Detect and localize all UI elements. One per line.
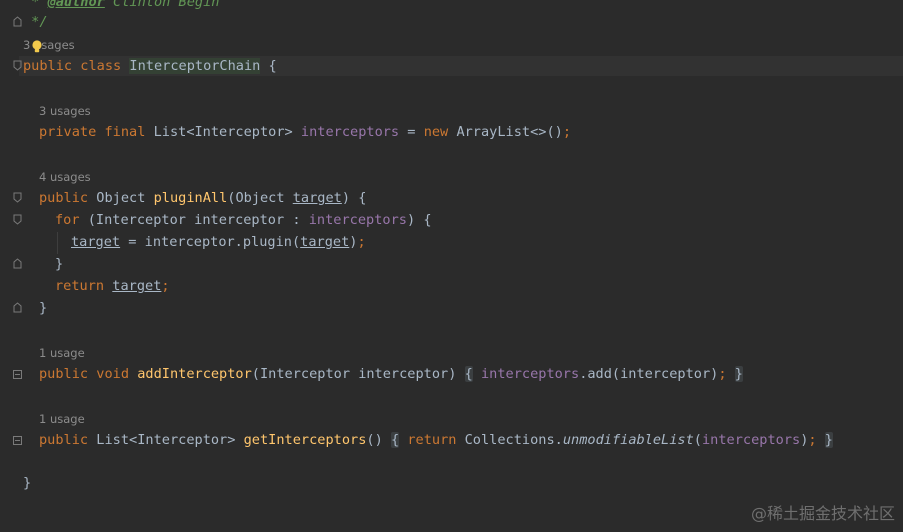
param-target[interactable]: target (293, 190, 342, 206)
expand-fold-icon[interactable] (13, 369, 22, 380)
assign-call: = interceptor.plugin( (120, 234, 301, 250)
expand-fold-icon[interactable] (13, 435, 22, 446)
field-type: List<Interceptor> (153, 124, 301, 140)
pluginall-declaration-line[interactable]: public Object pluginAll(Object target) { (39, 188, 366, 208)
field-assign: = (399, 124, 424, 140)
method-modifiers: public void (39, 366, 138, 382)
comment-close: */ (23, 14, 48, 30)
addinterceptor-usages-hint[interactable]: 1 usage (39, 345, 85, 361)
collections-class: Collections. (464, 432, 563, 448)
new-keyword: new (423, 124, 457, 140)
folded-open-brace[interactable]: { (464, 366, 473, 382)
semicolon: ; (718, 366, 727, 382)
for-header: (Interceptor interceptor : (87, 212, 309, 228)
getinterceptors-usages-hint[interactable]: 1 usage (39, 411, 85, 427)
field-initializer: ArrayList<>() (456, 124, 563, 140)
field-ref-interceptors[interactable]: interceptors (481, 366, 579, 382)
folded-open-brace[interactable]: { (390, 432, 400, 448)
method-name-getinterceptors[interactable]: getInterceptors (244, 432, 367, 448)
semicolon: ; (357, 234, 366, 250)
semicolon: ; (562, 124, 572, 140)
param-open: (Object (227, 190, 293, 206)
method-modifier: public (39, 432, 97, 448)
fold-start-icon[interactable] (13, 214, 22, 225)
for-close-brace: } (55, 256, 64, 272)
semicolon: ; (808, 432, 817, 448)
field-ref-interceptors[interactable]: interceptors (702, 432, 800, 448)
javadoc-author-tag: @author (47, 0, 105, 10)
unmodifiablelist-call[interactable]: unmodifiableList (563, 432, 694, 448)
return-var[interactable]: target (112, 278, 161, 294)
comment-end-line: */ (23, 12, 48, 32)
add-call: .add(interceptor) (579, 366, 719, 382)
comment-author-name: Clinton Begin (104, 0, 220, 10)
field-name[interactable]: interceptors (301, 124, 399, 140)
method-name-addinterceptor[interactable]: addInterceptor (137, 366, 252, 382)
field-declaration-line[interactable]: private final List<Interceptor> intercep… (39, 122, 571, 142)
fold-end-icon[interactable] (13, 258, 22, 269)
lightbulb-icon[interactable] (31, 40, 43, 54)
comment-prefix: * (23, 0, 48, 10)
class-open-brace: { (260, 58, 277, 74)
comment-author-line: * @author Clinton Begin (23, 0, 219, 12)
assign-target-var[interactable]: target (71, 234, 120, 250)
method-name-pluginall[interactable]: pluginAll (154, 190, 228, 206)
return-type: Object (96, 190, 154, 206)
getinterceptors-declaration-line[interactable]: public List<Interceptor> getInterceptors… (39, 430, 833, 450)
for-keyword: for (55, 212, 88, 228)
method-params: () (366, 432, 383, 448)
class-close-brace: } (23, 475, 32, 491)
fold-start-icon[interactable] (13, 60, 22, 71)
field-modifiers: private final (39, 124, 154, 140)
assign-arg[interactable]: target (300, 234, 349, 250)
pluginall-usages-hint[interactable]: 4 usages (39, 169, 91, 185)
semicolon: ; (161, 278, 170, 294)
folded-close-brace[interactable]: } (734, 366, 743, 382)
call-open: ( (693, 432, 702, 448)
field-usages-hint[interactable]: 3 usages (39, 103, 91, 119)
class-name[interactable]: InterceptorChain (129, 58, 261, 74)
indent-guide (57, 232, 58, 254)
class-declaration-line[interactable]: public class InterceptorChain { (23, 56, 277, 76)
class-keyword: public class (23, 58, 130, 74)
fold-start-icon[interactable] (13, 192, 22, 203)
method-params: (Interceptor interceptor) (251, 366, 457, 382)
return-keyword: return (407, 432, 465, 448)
fold-end-icon[interactable] (13, 302, 22, 313)
for-field-ref[interactable]: interceptors (309, 212, 407, 228)
method-modifier: public (39, 190, 97, 206)
assign-line[interactable]: target = interceptor.plugin(target); (71, 232, 366, 252)
for-close: ) { (406, 212, 432, 228)
fold-end-icon[interactable] (13, 16, 22, 27)
watermark: @稀土掘金技术社区 (750, 504, 895, 523)
addinterceptor-declaration-line[interactable]: public void addInterceptor(Interceptor i… (39, 364, 743, 384)
param-close: ) { (341, 190, 367, 206)
return-type: List<Interceptor> (96, 432, 244, 448)
return-keyword: return (55, 278, 113, 294)
method-close-brace: } (39, 300, 48, 316)
for-loop-line[interactable]: for (Interceptor interceptor : intercept… (55, 210, 432, 230)
return-line[interactable]: return target; (55, 276, 170, 296)
folded-close-brace[interactable]: } (824, 432, 833, 448)
